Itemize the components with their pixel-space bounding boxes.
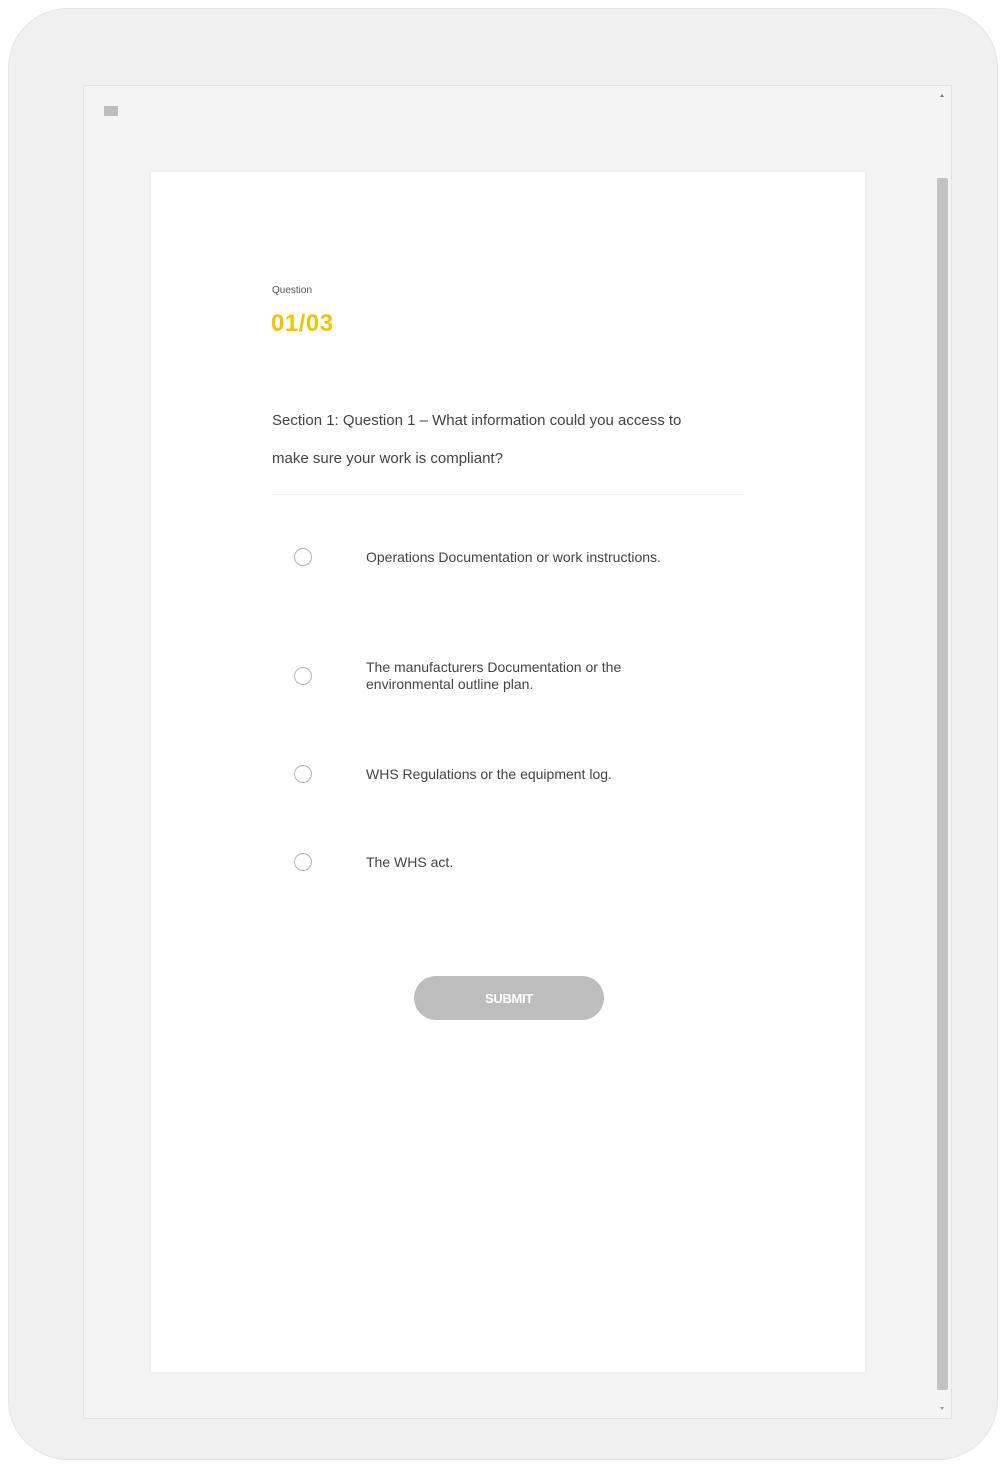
radio-button[interactable] (294, 667, 312, 685)
radio-button[interactable] (294, 853, 312, 871)
answer-option-label: The WHS act. (366, 853, 454, 870)
device-frame: Question 01/03 Section 1: Question 1 – W… (8, 8, 998, 1460)
answer-option-label: The manufacturers Documentation or the e… (366, 659, 622, 692)
question-counter: 01/03 (271, 310, 334, 337)
question-text: Section 1: Question 1 – What information… (272, 412, 682, 467)
scroll-thumb[interactable] (937, 178, 948, 1390)
divider (272, 494, 744, 495)
scroll-down-icon[interactable] (940, 1407, 944, 1410)
answer-option-1[interactable]: Operations Documentation or work instruc… (294, 548, 714, 566)
answer-option-4[interactable]: The WHS act. (294, 853, 714, 871)
scroll-up-icon[interactable] (940, 94, 944, 97)
answer-option-2[interactable]: The manufacturers Documentation or the e… (294, 659, 714, 693)
menu-icon[interactable] (104, 106, 118, 116)
scrollbar[interactable] (936, 90, 948, 1414)
app-screen: Question 01/03 Section 1: Question 1 – W… (83, 85, 952, 1419)
submit-button[interactable]: SUBMIT (414, 976, 604, 1020)
answer-option-label: WHS Regulations or the equipment log. (366, 765, 612, 782)
question-label: Question (272, 285, 313, 296)
answer-option-label: Operations Documentation or work instruc… (366, 548, 661, 565)
radio-button[interactable] (294, 548, 312, 566)
quiz-card: Question 01/03 Section 1: Question 1 – W… (151, 172, 865, 1372)
radio-button[interactable] (294, 765, 312, 783)
answer-option-3[interactable]: WHS Regulations or the equipment log. (294, 765, 714, 783)
